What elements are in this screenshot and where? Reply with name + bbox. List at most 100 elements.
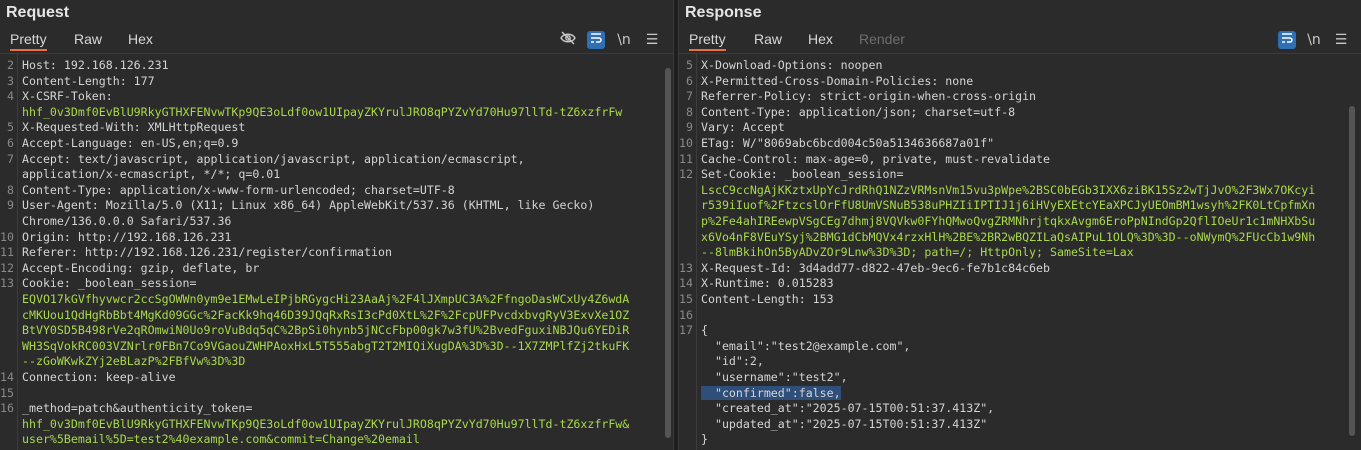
- newline-icon[interactable]: \n: [1304, 30, 1324, 50]
- code-line[interactable]: --8lmBkihOn5ByADvZOr9Lnw%3D%3D; path=/; …: [701, 245, 1134, 261]
- response-title: Response: [685, 4, 762, 21]
- code-line[interactable]: Host: 192.168.126.231: [22, 58, 169, 74]
- line-number: 16: [0, 401, 14, 416]
- code-text: hhf_0v3Dmf0EvBlU9RkyGTHXFENvwTKp9QE3oLdf…: [22, 416, 630, 431]
- code-line[interactable]: Accept: text/javascript, application/jav…: [22, 152, 525, 168]
- code-line[interactable]: hhf_0v3Dmf0EvBlU9RkyGTHXFENvwTKp9QE3oLdf…: [22, 105, 622, 121]
- code-text: X-CSRF-Token:: [22, 89, 113, 104]
- code-text: Connection: keep-alive: [22, 370, 176, 384]
- code-line[interactable]: Accept-Encoding: gzip, deflate, br: [22, 261, 259, 277]
- eye-off-icon[interactable]: [558, 30, 578, 50]
- code-line[interactable]: p%2Fe4ahIREewpVSgCEg7dhmj8VQVkw0FYhQMwoQ…: [701, 214, 1315, 230]
- code-line[interactable]: r539iIuof%2FtzcslOrFfU8UmVSNuB538uPHZIiI…: [701, 198, 1315, 214]
- code-line[interactable]: Content-Type: application/x-www-form-url…: [22, 183, 455, 199]
- code-line[interactable]: Cache-Control: max-age=0, private, must-…: [701, 152, 1050, 168]
- menu-icon[interactable]: ☰: [1331, 30, 1351, 50]
- code-text: X-Request-Id: 3d4add77-d822-47eb-9ec6-fe…: [701, 260, 1051, 275]
- line-number: 7: [7, 151, 14, 166]
- code-text: X-Download-Options: noopen: [701, 58, 883, 72]
- tab-raw[interactable]: Raw: [754, 31, 782, 47]
- code-line[interactable]: "id":2,: [701, 354, 764, 370]
- code-text: cMKUou1QdHgRbBbt4MgKd09GGc%2FacKk9hq46D3…: [22, 307, 630, 322]
- tab-pretty[interactable]: Pretty: [689, 31, 726, 51]
- code-line[interactable]: X-Requested-With: XMLHttpRequest: [22, 120, 245, 136]
- code-line[interactable]: x6Vo4nF8VEuYSyj%2BMG1dCbMQVx4rzxHlH%2BE%…: [701, 230, 1315, 246]
- code-text: Referrer-Policy: strict-origin-when-cros…: [701, 89, 1037, 104]
- code-text: Cache-Control: max-age=0, private, must-…: [701, 151, 1051, 166]
- code-line[interactable]: Vary: Accept: [701, 120, 785, 136]
- response-editor[interactable]: 5 6 7 8 9 10 11 12 13 14 15 16 17 X-Download-Options…: [679, 54, 1361, 450]
- code-line[interactable]: Referer: http://192.168.126.231/register…: [22, 245, 392, 261]
- code-line[interactable]: "email":"test2@example.com",: [701, 339, 910, 355]
- line-number: 9: [686, 120, 693, 135]
- tab-render: Render: [859, 31, 905, 47]
- request-pane: Request Pretty Raw Hex \n ☰ 2 3 4 5 6 7 8 9 10 11…: [0, 0, 673, 450]
- request-scrollbar[interactable]: [665, 68, 671, 438]
- code-line[interactable]: Set-Cookie: _boolean_session=: [701, 167, 903, 183]
- code-text: _method=patch&authenticity_token=: [22, 401, 253, 416]
- code-line[interactable]: Cookie: _boolean_session=: [22, 276, 197, 292]
- code-text: Vary: Accept: [701, 120, 785, 135]
- code-line[interactable]: X-Download-Options: noopen: [701, 58, 882, 74]
- code-text: }: [701, 432, 708, 447]
- code-line[interactable]: BtVY0SD5B498rVe2qROmwiN0Uo9roVuBdq5qC%2B…: [22, 323, 629, 339]
- code-line[interactable]: "username":"test2",: [701, 370, 848, 386]
- code-line[interactable]: application/x-ecmascript, */*; q=0.01: [22, 167, 280, 183]
- code-line[interactable]: {: [701, 323, 708, 339]
- code-line[interactable]: "created_at":"2025-07-15T00:51:37.413Z",: [701, 401, 994, 417]
- code-text: Accept-Encoding: gzip, deflate, br: [22, 260, 260, 275]
- code-line[interactable]: hhf_0v3Dmf0EvBlU9RkyGTHXFENvwTKp9QE3oLdf…: [22, 417, 629, 433]
- code-line[interactable]: WH3SqVokRC003VZNrlr0FBn7Co9VGaouZWHPAoxH…: [22, 339, 629, 355]
- request-editor[interactable]: 2 3 4 5 6 7 8 9 10 11 12 13 14 15 16 Host: 192.168.126…: [0, 54, 673, 450]
- code-text: BtVY0SD5B498rVe2qROmwiN0Uo9roVuBdq5qC%2B…: [22, 323, 630, 338]
- menu-icon[interactable]: ☰: [642, 30, 662, 50]
- wrap-icon[interactable]: [1278, 31, 1296, 49]
- line-number: 9: [7, 198, 14, 213]
- tab-hex[interactable]: Hex: [808, 31, 833, 47]
- code-line[interactable]: }: [701, 432, 708, 448]
- code-line[interactable]: X-Runtime: 0.015283: [701, 276, 834, 292]
- code-line[interactable]: X-Permitted-Cross-Domain-Policies: none: [701, 74, 973, 90]
- line-number: 11: [679, 151, 693, 166]
- response-scrollbar[interactable]: [1349, 106, 1355, 436]
- code-line[interactable]: "confirmed":false,: [701, 385, 841, 402]
- code-text: EQVO17kGVfhyvwcr2ccSgOWWn0ym9e1EMwLeIPjb…: [22, 292, 630, 306]
- response-pane: Response Pretty Raw Hex Render \n ☰ 5678…: [679, 0, 1361, 450]
- code-line[interactable]: cMKUou1QdHgRbBbt4MgKd09GGc%2FacKk9hq46D3…: [22, 308, 629, 324]
- code-line[interactable]: "updated_at":"2025-07-15T00:51:37.413Z": [701, 417, 987, 433]
- code-line[interactable]: Chrome/136.0.0.0 Safari/537.36: [22, 214, 231, 230]
- newline-icon[interactable]: \n: [614, 30, 634, 50]
- code-line[interactable]: EQVO17kGVfhyvwcr2ccSgOWWn0ym9e1EMwLeIPjb…: [22, 292, 629, 308]
- code-line[interactable]: Content-Type: application/json; charset=…: [701, 105, 1015, 121]
- line-number: 13: [0, 276, 14, 291]
- tab-hex[interactable]: Hex: [128, 31, 153, 47]
- code-text: x6Vo4nF8VEuYSyj%2BMG1dCbMQVx4rzxHlH%2BE%…: [701, 229, 1316, 244]
- line-number: 7: [686, 89, 693, 104]
- code-line[interactable]: User-Agent: Mozilla/5.0 (X11; Linux x86_…: [22, 198, 594, 214]
- tab-pretty[interactable]: Pretty: [10, 31, 47, 51]
- line-number: 14: [0, 370, 14, 384]
- code-line[interactable]: Accept-Language: en-US,en;q=0.9: [22, 136, 238, 152]
- code-text: Accept: text/javascript, application/jav…: [22, 151, 525, 166]
- code-line[interactable]: X-CSRF-Token:: [22, 89, 113, 105]
- request-gutter: 2 3 4 5 6 7 8 9 10 11 12 13 14 15 16: [0, 54, 18, 450]
- code-line[interactable]: --zGoWKwkZYj2eBLazP%2FBfVw%3D%3D: [22, 354, 245, 370]
- line-number: 16: [679, 307, 693, 322]
- code-line[interactable]: LscC9ccNgAjKKztxUpYcJrdRhQ1NZzVRMsnVm15v…: [701, 183, 1315, 199]
- line-number: 6: [686, 73, 693, 88]
- code-text: Content-Length: 153: [701, 292, 834, 306]
- code-line[interactable]: ETag: W/"8069abc6bcd004c50a5134636687a01…: [701, 136, 994, 152]
- code-line[interactable]: Connection: keep-alive: [22, 370, 176, 386]
- code-text: Content-Type: application/x-www-form-url…: [22, 182, 455, 197]
- code-line[interactable]: _method=patch&authenticity_token=: [22, 401, 252, 417]
- code-text: r539iIuof%2FtzcslOrFfU8UmVSNuB538uPHZIiI…: [701, 198, 1316, 213]
- code-line[interactable]: Content-Length: 177: [22, 74, 155, 90]
- code-line[interactable]: user%5Bemail%5D=test2%40example.com&comm…: [22, 432, 420, 448]
- tab-raw[interactable]: Raw: [74, 31, 102, 47]
- code-line[interactable]: Referrer-Policy: strict-origin-when-cros…: [701, 89, 1036, 105]
- code-line[interactable]: Content-Length: 153: [701, 292, 834, 308]
- code-text: "created_at":"2025-07-15T00:51:37.413Z",: [701, 401, 995, 416]
- code-line[interactable]: X-Request-Id: 3d4add77-d822-47eb-9ec6-fe…: [701, 261, 1050, 277]
- wrap-icon[interactable]: [587, 31, 605, 49]
- code-line[interactable]: Origin: http://192.168.126.231: [22, 230, 231, 246]
